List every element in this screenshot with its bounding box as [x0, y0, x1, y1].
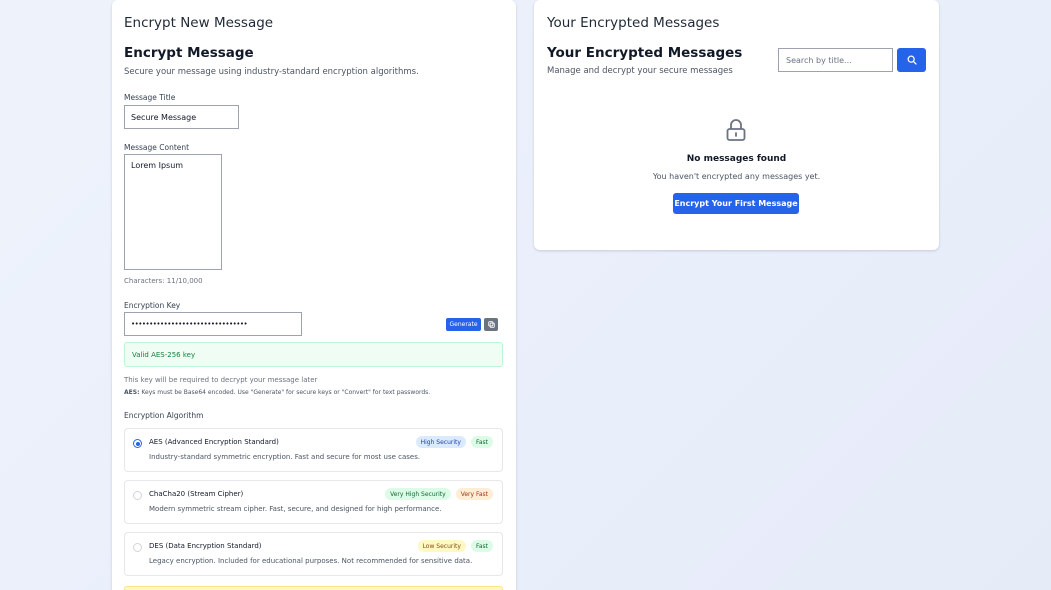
security-badge: High Security	[415, 436, 466, 448]
security-badge: Low Security	[417, 540, 466, 552]
encrypt-panel-header: Encrypt New Message	[124, 15, 274, 31]
radio-chacha20[interactable]	[133, 491, 142, 500]
encryption-key-label: Encryption Key	[124, 301, 181, 310]
key-note: AES: Keys must be Base64 encoded. Use "G…	[124, 389, 430, 396]
key-note-prefix: AES:	[124, 389, 140, 396]
radio-aes[interactable]	[133, 439, 142, 448]
messages-subtitle: Manage and decrypt your secure messages	[547, 66, 733, 76]
speed-badge: Very Fast	[455, 488, 493, 500]
algorithm-label: Encryption Algorithm	[124, 411, 204, 420]
algorithm-option-des[interactable]: DES (Data Encryption Standard) Legacy en…	[124, 532, 503, 576]
message-content-label: Message Content	[124, 143, 190, 152]
search-button[interactable]	[897, 48, 926, 72]
messages-panel: Your Encrypted Messages Your Encrypted M…	[534, 0, 939, 250]
encrypt-first-message-button[interactable]: Encrypt Your First Message	[673, 193, 799, 214]
encryption-key-input[interactable]: ••••••••••••••••••••••••••••••••	[124, 312, 302, 336]
algorithm-option-chacha20[interactable]: ChaCha20 (Stream Cipher) Modern symmetri…	[124, 480, 503, 524]
encrypt-subtitle: Secure your message using industry-stand…	[124, 67, 419, 77]
search-icon	[907, 55, 917, 65]
message-content-textarea[interactable]: Lorem Ipsum	[124, 154, 222, 270]
copy-icon	[487, 321, 495, 328]
generate-key-button[interactable]: Generate	[446, 318, 481, 331]
search-input[interactable]: Search by title...	[778, 48, 893, 72]
encrypt-section-title: Encrypt Message	[124, 45, 254, 61]
key-valid-message: Valid AES-256 key	[124, 342, 503, 367]
security-badge: Very High Security	[385, 488, 451, 500]
empty-state-title: No messages found	[686, 154, 787, 164]
encrypt-panel: Encrypt New Message Encrypt Message Secu…	[112, 0, 516, 590]
algorithm-option-aes[interactable]: AES (Advanced Encryption Standard) Indus…	[124, 428, 503, 472]
radio-des[interactable]	[133, 543, 142, 552]
algorithm-name: DES (Data Encryption Standard)	[149, 542, 262, 550]
message-title-label: Message Title	[124, 93, 176, 102]
speed-badge: Fast	[470, 540, 493, 552]
algorithm-desc: Legacy encryption. Included for educatio…	[149, 557, 473, 565]
copy-key-button[interactable]	[484, 318, 498, 331]
algorithm-desc: Modern symmetric stream cipher. Fast, se…	[149, 505, 442, 513]
lock-icon	[725, 118, 747, 142]
speed-badge: Fast	[470, 436, 493, 448]
key-hint: This key will be required to decrypt you…	[124, 376, 318, 384]
messages-panel-header: Your Encrypted Messages	[547, 15, 720, 31]
message-title-input[interactable]: Secure Message	[124, 105, 239, 129]
character-count: Characters: 11/10,000	[124, 277, 203, 285]
algorithm-name: AES (Advanced Encryption Standard)	[149, 438, 279, 446]
warning-strip	[124, 586, 503, 590]
key-note-text: Keys must be Base64 encoded. Use "Genera…	[141, 389, 431, 396]
empty-state-description: You haven't encrypted any messages yet.	[652, 172, 821, 181]
algorithm-desc: Industry-standard symmetric encryption. …	[149, 453, 421, 461]
messages-section-title: Your Encrypted Messages	[547, 45, 743, 61]
algorithm-name: ChaCha20 (Stream Cipher)	[149, 490, 244, 498]
